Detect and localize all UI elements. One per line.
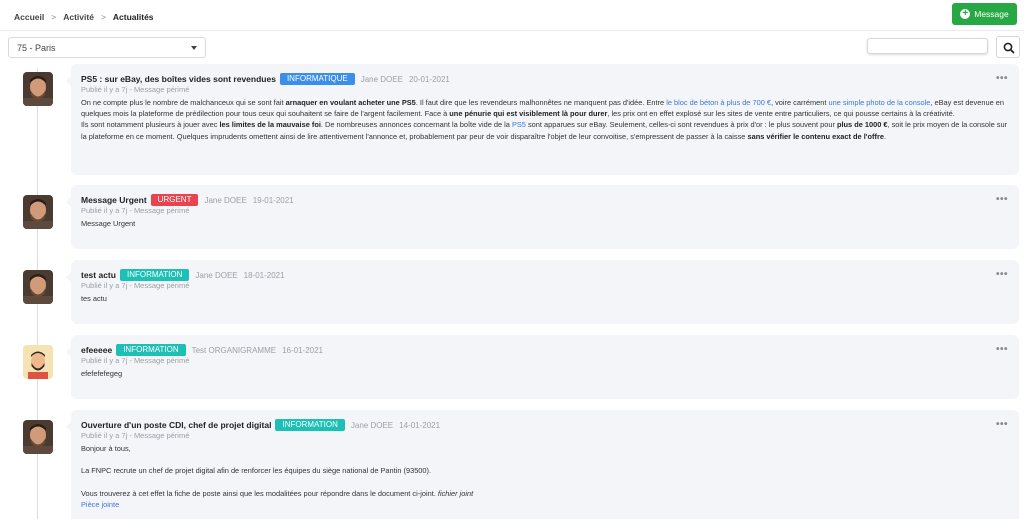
news-body: tes actu — [81, 294, 107, 303]
avatar[interactable] — [23, 345, 53, 379]
more-options-icon[interactable]: ••• — [996, 419, 1008, 430]
breadcrumb-home[interactable]: Accueil — [14, 12, 44, 22]
news-title[interactable]: test actu — [81, 270, 116, 280]
avatar[interactable] — [23, 72, 53, 106]
text: , les prix ont en effet explosé sur les … — [607, 109, 955, 119]
text: sont apparues sur eBay. Seulement, celle… — [525, 120, 837, 130]
more-options-icon[interactable]: ••• — [996, 269, 1008, 280]
news-title[interactable]: Ouverture d'un poste CDI, chef de projet… — [81, 420, 271, 430]
news-title[interactable]: efeeeee — [81, 345, 112, 355]
news-paragraph: Bonjour à tous, — [81, 444, 131, 453]
more-options-icon[interactable]: ••• — [996, 73, 1008, 84]
text: . De nombreuses annonces concernant la b… — [320, 120, 512, 130]
breadcrumb-current: Actualités — [112, 12, 154, 22]
filter-bar: 75 - Paris — [0, 31, 1024, 63]
more-options-icon[interactable]: ••• — [996, 344, 1008, 355]
news-paragraph: La FNPC recrute un chef de projet digita… — [81, 466, 432, 476]
text: . — [883, 131, 887, 141]
news-paragraph: Pièce jointe — [81, 499, 1009, 510]
location-select-value: 75 - Paris — [17, 43, 56, 53]
news-paragraph: Ils sont notamment plusieurs à jouer ave… — [81, 119, 1009, 141]
bold-text: une pénurie qui est visiblement là pour … — [449, 109, 608, 119]
more-options-icon[interactable]: ••• — [996, 194, 1008, 205]
breadcrumb-separator: > — [51, 12, 57, 22]
news-card: PS5 : sur eBay, des boîtes vides sont re… — [66, 64, 1019, 175]
text: . Il faut dire que les revendeurs malhon… — [415, 98, 667, 107]
news-meta: Publié il y a 7j - Message périmé — [81, 281, 190, 290]
news-author: Jane DOEE — [195, 270, 238, 280]
link[interactable]: PS5 — [512, 120, 526, 129]
location-select[interactable]: 75 - Paris — [8, 37, 206, 58]
news-card: efeeeee INFORMATION Test ORGANIGRAMME 16… — [66, 335, 1019, 399]
news-body: Message Urgent — [81, 219, 136, 228]
category-badge: URGENT — [150, 194, 199, 206]
news-meta: Publié il y a 7j - Message périmé — [81, 206, 190, 215]
italic-text: fichier joint — [437, 488, 474, 498]
news-title[interactable]: Message Urgent — [81, 195, 147, 205]
news-body: On ne compte plus le nombre de malchance… — [81, 97, 1009, 142]
top-bar: Accueil > Activité > Actualités + Messag… — [0, 0, 1024, 31]
news-author: Jane DOEE — [350, 420, 394, 430]
attachment-link[interactable]: Pièce jointe — [81, 500, 119, 509]
news-meta: Publié il y a 7j - Message périmé — [81, 356, 190, 365]
bold-text: arnaquer en voulant acheter une PS5 — [285, 98, 416, 107]
search-button[interactable] — [996, 36, 1020, 58]
breadcrumb: Accueil > Activité > Actualités — [14, 12, 154, 22]
breadcrumb-section[interactable]: Activité — [63, 12, 94, 22]
new-message-label: Message — [974, 9, 1009, 19]
news-date: 14-01-2021 — [399, 420, 441, 430]
search-input[interactable] — [867, 38, 988, 54]
news-meta: Publié il y a 7j - Message périmé — [81, 85, 190, 94]
link[interactable]: le bloc de béton à plus de 700 € — [666, 98, 771, 107]
bold-text: sans vérifier le contenu exact de l'offr… — [747, 131, 884, 141]
new-message-button[interactable]: + Message — [952, 3, 1017, 25]
bold-text: plus de 1000 € — [836, 120, 888, 130]
avatar[interactable] — [23, 270, 53, 304]
avatar[interactable] — [23, 195, 53, 229]
news-meta: Publié il y a 7j - Message périmé — [81, 431, 190, 440]
caret-down-icon — [191, 46, 197, 50]
text: , voire carrément — [770, 98, 829, 107]
news-card: Message Urgent URGENT Jane DOEE 19-01-20… — [66, 185, 1019, 249]
text: On ne compte plus le nombre de malchance… — [81, 98, 286, 107]
text: Ils sont notamment plusieurs à jouer ave… — [81, 120, 220, 130]
link[interactable]: une simple photo de la console — [829, 98, 931, 107]
news-author: Test ORGANIGRAMME — [191, 345, 277, 355]
news-date: 16-01-2021 — [282, 345, 323, 355]
breadcrumb-separator: > — [100, 12, 106, 22]
bold-text: les limites de la mauvaise foi — [219, 120, 321, 130]
category-badge: INFORMATION — [119, 269, 190, 281]
news-card: test actu INFORMATION Jane DOEE 18-01-20… — [66, 260, 1019, 324]
avatar[interactable] — [23, 420, 53, 454]
news-author: Jane DOEE — [204, 195, 247, 205]
category-badge: INFORMATION — [275, 419, 345, 431]
category-badge: INFORMATIQUE — [279, 73, 355, 85]
plus-circle-icon: + — [960, 9, 971, 19]
news-date: 19-01-2021 — [252, 195, 294, 205]
news-date: 18-01-2021 — [243, 270, 285, 280]
news-author: Jane DOEE — [360, 74, 403, 84]
text: Vous trouverez à cet effet la fiche de p… — [81, 488, 436, 498]
news-body: Bonjour à tous, La FNPC recrute un chef … — [81, 443, 1009, 510]
news-title[interactable]: PS5 : sur eBay, des boîtes vides sont re… — [81, 74, 276, 84]
news-date: 20-01-2021 — [408, 74, 450, 84]
news-card: Ouverture d'un poste CDI, chef de projet… — [66, 410, 1019, 519]
news-paragraph: Vous trouverez à cet effet la fiche de p… — [81, 488, 1009, 499]
news-paragraph: On ne compte plus le nombre de malchance… — [81, 97, 1009, 119]
search-icon — [1003, 42, 1015, 54]
news-body: efefefefegeg — [81, 369, 123, 378]
category-badge: INFORMATION — [116, 344, 186, 356]
